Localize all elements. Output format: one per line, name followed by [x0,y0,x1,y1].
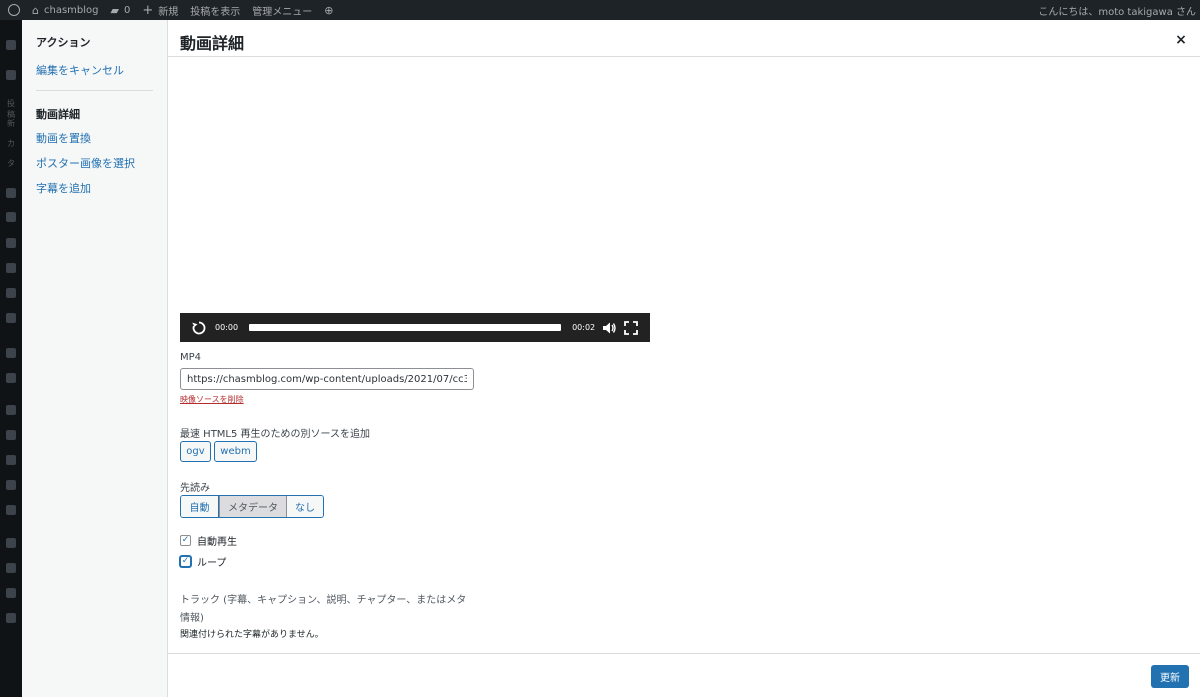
sidebar-divider [36,90,153,91]
preload-label: 先読み [180,483,210,494]
loop-checkbox[interactable]: ✓ [180,556,191,567]
video-preview[interactable] [180,80,650,313]
current-time: 00:00 [215,323,239,332]
plus-circle-icon: ⊕ [324,3,334,17]
admin-side-menu: 投稿 新 カ タ [0,20,22,697]
modal-title: 動画詳細 [180,34,245,53]
loop-option[interactable]: ✓ ループ [180,554,226,569]
actions-heading: アクション [36,36,91,49]
shield-icon[interactable] [6,563,16,573]
preload-segmented-control: 自動 メタデータ なし [180,495,324,518]
clock-icon[interactable] [6,588,16,598]
fullscreen-button[interactable] [623,320,639,336]
tracks-heading: トラック (字幕、キャプション、説明、チャプター、またはメタ情報) [180,595,467,624]
pages-icon[interactable] [6,238,16,248]
progress-rail[interactable] [249,324,562,331]
pin-icon[interactable] [6,313,16,323]
update-button[interactable]: 更新 [1151,665,1189,688]
comments-count: 0 [123,4,131,16]
alt-sources-label: 最速 HTML5 再生のための別ソースを追加 [180,429,371,440]
modal-sidebar: アクション 編集をキャンセル 動画詳細 動画を置換 ポスター画像を選択 字幕を追… [22,20,168,697]
preload-metadata-button[interactable]: メタデータ [219,496,287,517]
wordpress-logo-icon [8,4,20,16]
loop-label: ループ [197,558,227,569]
fullscreen-icon [624,320,639,335]
comments-link[interactable]: ▰ 0 [105,0,137,20]
menu-fragment: 新 [7,119,15,128]
select-poster-link[interactable]: ポスター画像を選択 [36,155,135,171]
view-post-link[interactable]: 投稿を表示 [184,0,246,20]
replay-icon [192,321,206,334]
no-captions-message: 関連付けられた字幕がありません。 [180,630,324,640]
add-ogv-button[interactable]: ogv [180,441,211,462]
autoplay-checkbox[interactable]: ✓ [180,535,191,546]
manage-menu-link[interactable]: 管理メニュー [246,0,318,20]
brush-icon[interactable] [6,430,16,440]
volume-icon [603,322,616,333]
appearance-icon[interactable] [6,348,16,358]
toolbar-divider [168,653,1200,654]
source-format-label: MP4 [180,352,202,363]
settings-grid-icon[interactable] [6,505,16,515]
new-content-link[interactable]: + 新規 [136,0,184,20]
my-account-link[interactable]: こんにちは、moto takigawa さん [1032,0,1200,20]
collapse-icon[interactable] [6,613,16,623]
tools-icon[interactable] [6,405,16,415]
users-icon[interactable] [6,455,16,465]
video-details-modal: アクション 編集をキャンセル 動画詳細 動画を置換 ポスター画像を選択 字幕を追… [22,20,1200,697]
folder-icon[interactable] [6,263,16,273]
menu-fragment: 投稿 [7,99,15,119]
replay-button[interactable] [190,319,208,337]
dashboard-icon[interactable] [6,40,16,50]
menu-fragment: タ [7,159,15,168]
link-icon[interactable] [6,212,16,222]
site-name-link[interactable]: ⌂ chasmblog [26,0,105,20]
add-circle-link[interactable]: ⊕ [318,0,344,20]
wp-logo-menu[interactable] [0,0,26,20]
video-player-controls: 00:00 00:02 [180,313,650,342]
plugin-icon[interactable] [6,188,16,198]
posts-icon[interactable] [6,70,16,80]
volume-button[interactable] [601,320,617,336]
duration-time: 00:02 [572,323,596,332]
preload-none-button[interactable]: なし [287,496,323,517]
remove-source-link[interactable]: 映像ソースを削除 [180,394,244,405]
add-webm-button[interactable]: webm [214,441,257,462]
comment-icon: ▰ [110,3,119,17]
title-divider [168,56,1200,57]
admin-bar: ⌂ chasmblog ▰ 0 + 新規 投稿を表示 管理メニュー ⊕ こんにち… [0,0,1200,20]
replace-video-link[interactable]: 動画を置換 [36,130,91,146]
autoplay-label: 自動再生 [197,537,237,548]
plus-icon: + [142,2,154,18]
close-button[interactable]: × [1171,30,1191,50]
comments-icon[interactable] [6,288,16,298]
add-subtitles-link[interactable]: 字幕を追加 [36,180,91,196]
wrench-icon[interactable] [6,480,16,490]
preload-auto-button[interactable]: 自動 [181,496,219,517]
close-icon: × [1175,32,1187,48]
autoplay-option[interactable]: ✓ 自動再生 [180,533,237,548]
manage-menu-label: 管理メニュー [252,6,313,18]
view-post-label: 投稿を表示 [190,6,241,18]
home-icon: ⌂ [32,3,39,17]
new-label: 新規 [158,6,179,18]
video-details-heading: 動画詳細 [36,108,80,121]
mail-icon[interactable] [6,373,16,383]
menu-fragment: カ [7,139,15,148]
source-url-input[interactable] [180,368,474,390]
greeting: こんにちは、moto takigawa さん [1038,6,1196,18]
site-name: chasmblog [43,4,99,16]
gear-icon[interactable] [6,538,16,548]
cancel-edit-link[interactable]: 編集をキャンセル [36,62,124,78]
